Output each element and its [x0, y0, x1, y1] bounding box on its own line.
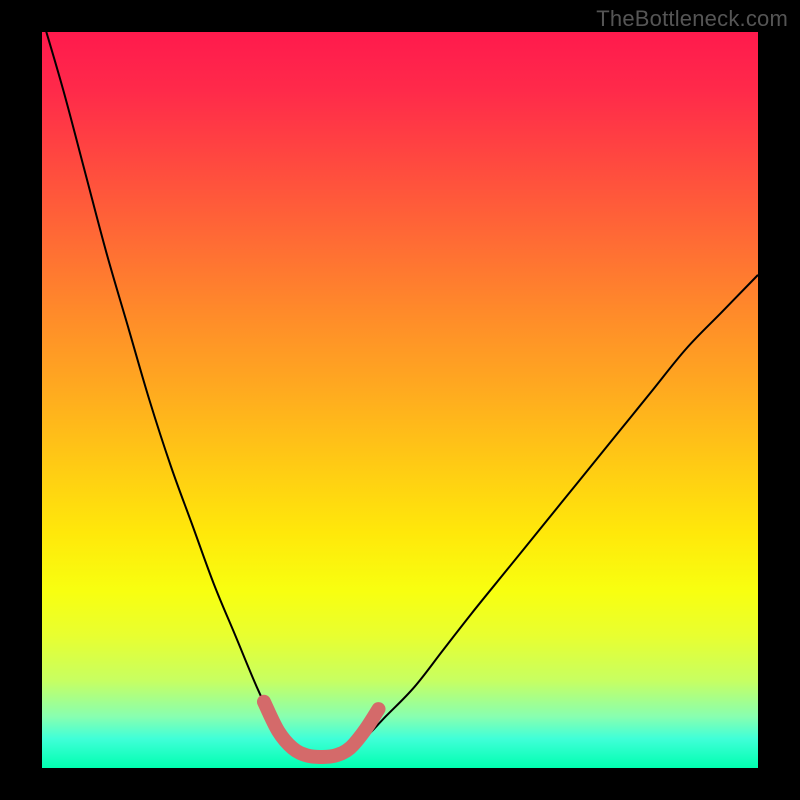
plot-area: [42, 32, 758, 768]
left-curve: [42, 32, 300, 753]
curve-svg: [42, 32, 758, 768]
highlight-arc: [264, 702, 379, 757]
right-curve: [343, 275, 758, 753]
watermark-text: TheBottleneck.com: [596, 6, 788, 32]
chart-container: TheBottleneck.com: [0, 0, 800, 800]
